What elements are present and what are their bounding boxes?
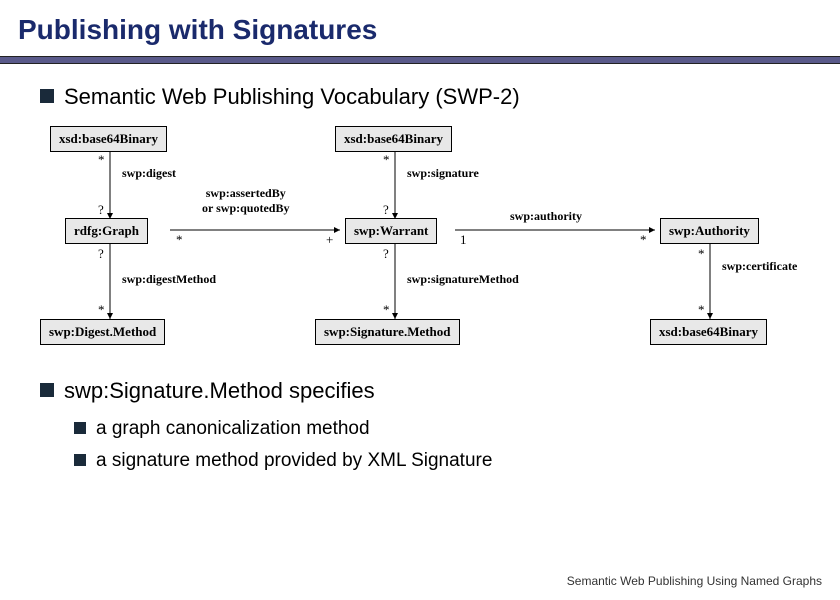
bullet-text: a signature method provided by XML Signa…	[96, 450, 492, 472]
swp-diagram: xsd:base64Binary rdfg:Graph swp:Digest.M…	[40, 124, 800, 354]
square-bullet-icon	[40, 89, 54, 103]
node-swp-authority: swp:Authority	[660, 218, 759, 244]
bullet-swp2: Semantic Web Publishing Vocabulary (SWP-…	[40, 84, 800, 110]
card-one: 1	[460, 232, 467, 248]
card-star: *	[698, 246, 705, 262]
square-bullet-icon	[40, 383, 54, 397]
edge-swp-signature: swp:signature	[407, 166, 479, 181]
edge-swp-authority: swp:authority	[510, 209, 582, 224]
edge-swp-digest: swp:digest	[122, 166, 176, 181]
bullet-text: a graph canonicalization method	[96, 418, 370, 440]
card-star: *	[383, 152, 390, 168]
node-xsd-base64-left: xsd:base64Binary	[50, 126, 167, 152]
title-rule	[0, 56, 840, 64]
edge-swp-certificate: swp:certificate	[722, 259, 797, 274]
card-star: *	[383, 302, 390, 318]
square-bullet-icon	[74, 422, 86, 434]
card-star: *	[640, 232, 647, 248]
card-star: *	[98, 152, 105, 168]
card-star: *	[698, 302, 705, 318]
card-qmark: ?	[383, 202, 389, 218]
node-rdfg-graph: rdfg:Graph	[65, 218, 148, 244]
card-qmark: ?	[98, 202, 104, 218]
bullet-canonicalization: a graph canonicalization method	[74, 418, 800, 440]
slide-title: Publishing with Signatures	[0, 0, 840, 56]
card-qmark: ?	[383, 246, 389, 262]
card-plus: +	[326, 232, 333, 248]
card-star: *	[98, 302, 105, 318]
edge-swp-sigmethod: swp:signatureMethod	[407, 272, 519, 287]
node-xsd-base64-mid: xsd:base64Binary	[335, 126, 452, 152]
card-qmark: ?	[98, 246, 104, 262]
bullet-xml-signature: a signature method provided by XML Signa…	[74, 450, 800, 472]
node-xsd-base64-right: xsd:base64Binary	[650, 319, 767, 345]
card-star: *	[176, 232, 183, 248]
edge-asserted-quoted: swp:assertedBy or swp:quotedBy	[202, 186, 289, 216]
edge-swp-digestmethod: swp:digestMethod	[122, 272, 216, 287]
node-swp-warrant: swp:Warrant	[345, 218, 437, 244]
square-bullet-icon	[74, 454, 86, 466]
node-swp-digestmethod: swp:Digest.Method	[40, 319, 165, 345]
node-swp-sigmethod: swp:Signature.Method	[315, 319, 460, 345]
bullet-text: swp:Signature.Method specifies	[64, 378, 375, 404]
content-area: Semantic Web Publishing Vocabulary (SWP-…	[0, 84, 840, 472]
bullet-sigmethod: swp:Signature.Method specifies	[40, 378, 800, 404]
bullet-text: Semantic Web Publishing Vocabulary (SWP-…	[64, 84, 520, 110]
slide-footer: Semantic Web Publishing Using Named Grap…	[567, 574, 822, 588]
